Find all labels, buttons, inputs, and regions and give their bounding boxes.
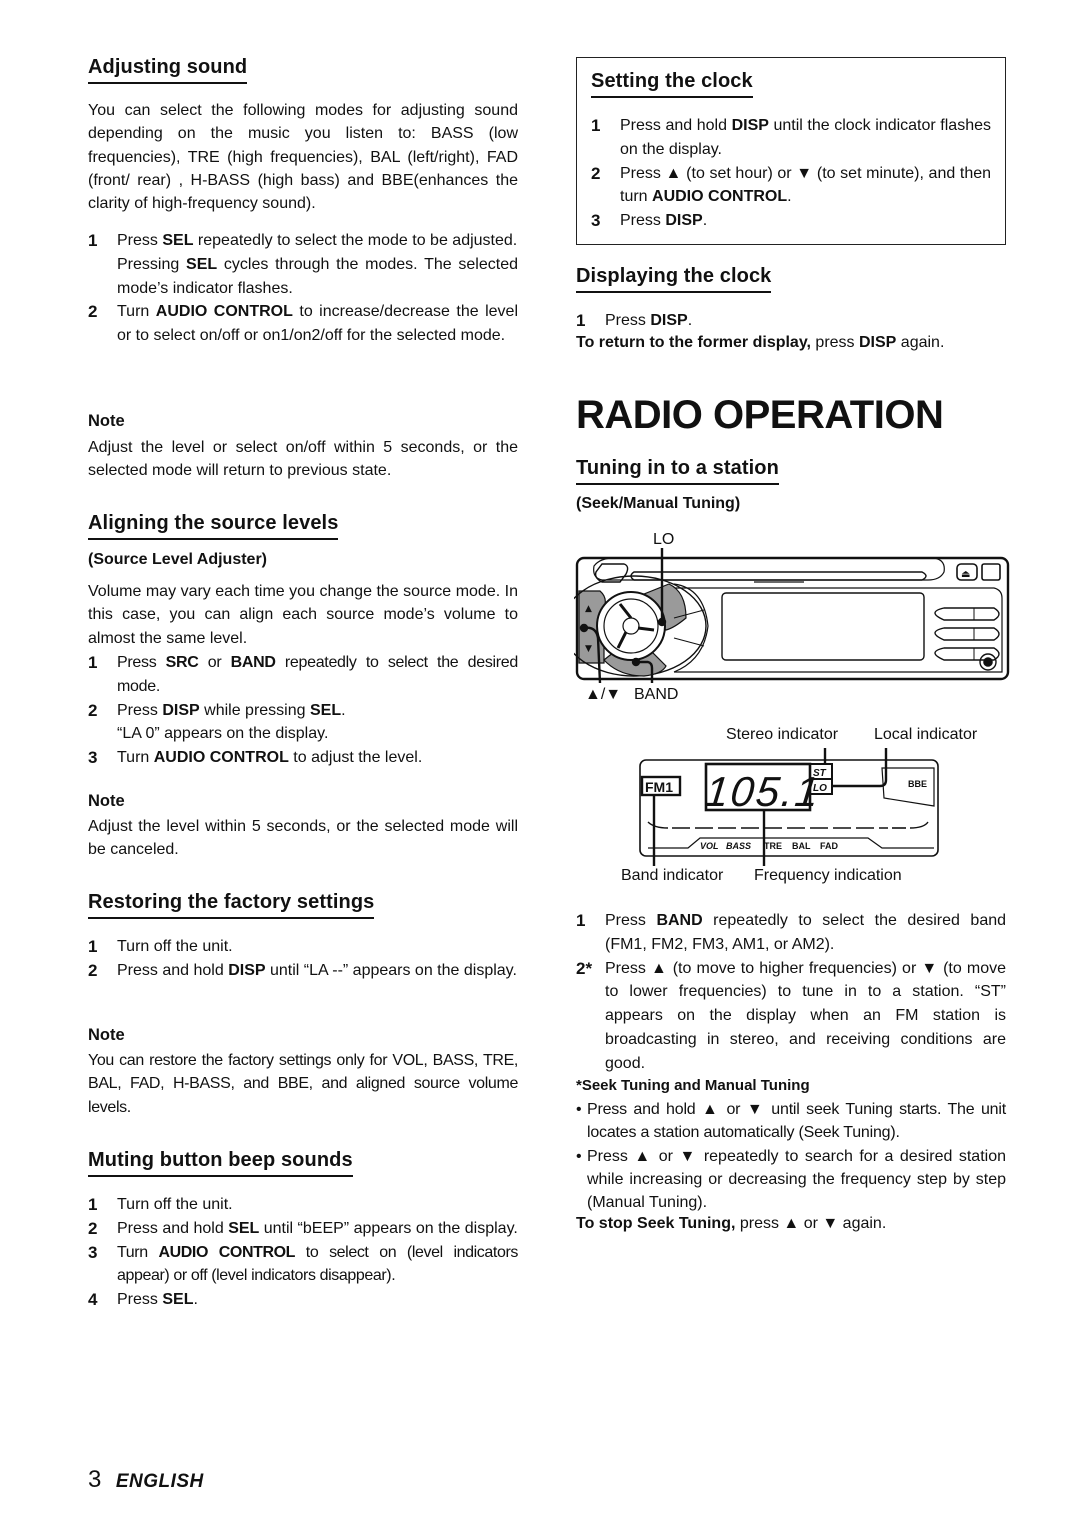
lcd-band-text: FM1: [645, 779, 673, 795]
step-1: 1 Turn off the unit.: [88, 1195, 233, 1214]
section-displaying-clock: Displaying the clock: [576, 265, 772, 293]
step-3: 3 Turn AUDIO CONTROL to adjust the level…: [88, 748, 423, 768]
language-label: ENGLISH: [115, 1471, 204, 1492]
down-arrow-icon: ▼: [796, 164, 813, 182]
page-number: 3: [88, 1466, 102, 1493]
lcd-lo-text: LO: [813, 783, 827, 794]
up-arrow-icon: ▲: [634, 1147, 653, 1165]
lcd-st-text: ST: [813, 768, 827, 779]
lcd-level-bass: BASS: [726, 841, 751, 851]
section-adjusting-sound: Adjusting sound: [88, 56, 248, 84]
subheading-source-level-adjuster: (Source Level Adjuster): [88, 551, 268, 568]
display-window: [721, 592, 925, 661]
disc-slot: [630, 571, 927, 581]
up-arrow-icon: ▲: [651, 959, 668, 977]
section-muting: Muting button beep sounds: [88, 1149, 353, 1177]
aligning-intro: Volume may vary each time you change the…: [88, 583, 518, 647]
note-text: Adjust the level within 5 seconds, or th…: [88, 818, 518, 859]
up-arrow-icon: ▲: [665, 164, 682, 182]
down-arrow-icon: ▼: [679, 1147, 698, 1165]
aligning-steps: 1 Press SRC or BAND repeatedly to select…: [88, 651, 518, 770]
note-heading: Note: [88, 412, 125, 430]
step-2: 2 Turn AUDIO CONTROL to increase/decreas…: [88, 302, 519, 345]
seek-bullets: • Press and hold ▲ or ▼ until seek Tunin…: [576, 1098, 1006, 1214]
down-arrow-icon: ▼: [921, 959, 938, 977]
lcd-bbe-text: BBE: [908, 779, 927, 789]
stop-seek-instruction: To stop Seek Tuning, press ▲ or ▼ again.: [576, 1215, 887, 1232]
displaying-clock-step: 1 Press DISP.: [576, 309, 1006, 333]
callout-local: [832, 748, 888, 788]
lcd-level-fad: FAD: [820, 841, 839, 851]
setting-clock-steps: 1 Press and hold DISP until the clock in…: [591, 114, 991, 233]
seek-heading: *Seek Tuning and Manual Tuning: [576, 1077, 810, 1094]
step-2: 2 Press and hold DISP until “LA --” appe…: [88, 960, 517, 980]
step-2: 2* Press ▲ (to move to higher frequencie…: [576, 958, 1007, 1072]
label-frequency-indication: Frequency indication: [754, 867, 902, 884]
step-1: 1 Press SEL repeatedly to select the mod…: [88, 231, 518, 297]
label-stereo-indicator: Stereo indicator: [726, 726, 839, 743]
up-arrow-icon: ▲: [702, 1101, 720, 1118]
step-2: 2 Press DISP while pressing SEL. “LA 0” …: [88, 700, 346, 743]
note-text: You can restore the factory settings onl…: [88, 1052, 518, 1116]
heading-restoring: Restoring the factory settings: [88, 891, 375, 919]
page-title: RADIO OPERATION: [576, 393, 944, 437]
down-arrow-icon: ▼: [822, 1215, 839, 1232]
heading-displaying-clock: Displaying the clock: [576, 265, 772, 293]
release-button: [981, 563, 1001, 581]
lcd-display-illustration: FM1 105.1 ST LO BBE VOL BASS TRE BAL FAD: [639, 748, 939, 866]
up-arrow-icon: ▲: [585, 604, 592, 614]
lcd-level-tre: TRE: [764, 841, 782, 851]
section-restoring: Restoring the factory settings: [88, 891, 375, 919]
adjusting-sound-steps: 1 Press SEL repeatedly to select the mod…: [88, 229, 518, 348]
return-instruction: To return to the former display, press D…: [576, 334, 945, 351]
down-arrow-icon: ▼: [585, 644, 592, 654]
note-heading: Note: [88, 1026, 125, 1044]
audio-control-knob: [596, 591, 666, 661]
label-up-down: ▲/▼: [585, 686, 622, 703]
section-aligning: Aligning the source levels: [88, 512, 339, 540]
heading-setting-clock: Setting the clock: [591, 70, 753, 98]
step-2: 2 Press ▲ (to set hour) or ▼ (to set min…: [591, 163, 992, 206]
eject-icon: ⏏: [961, 569, 970, 580]
page-footer: 3 ENGLISH: [88, 1466, 204, 1494]
step-3: 3 Press DISP.: [591, 211, 708, 231]
step-2: 2 Press and hold SEL until “bEEP” appear…: [88, 1218, 518, 1238]
step-1: 1 Press BAND repeatedly to select the de…: [576, 911, 1007, 953]
step-3: 3 Turn AUDIO CONTROL to select on (level…: [88, 1242, 518, 1285]
note-text: Adjust the level or select on/off within…: [88, 439, 518, 480]
step-4: 4 Press SEL.: [88, 1290, 198, 1310]
setting-clock-box: Setting the clock 1 Press and hold DISP …: [576, 57, 1006, 245]
heading-tuning: Tuning in to a station: [576, 457, 779, 485]
heading-muting: Muting button beep sounds: [88, 1149, 353, 1177]
fin-button-2: [934, 627, 1000, 641]
restoring-steps: 1 Turn off the unit. 2 Press and hold DI…: [88, 935, 518, 983]
lcd-frequency-text: 105.1: [703, 768, 823, 815]
muting-steps: 1 Turn off the unit. 2 Press and hold SE…: [88, 1193, 518, 1312]
up-arrow-icon: ▲: [783, 1215, 800, 1232]
label-band: BAND: [634, 686, 679, 703]
heading-adjusting-sound: Adjusting sound: [88, 56, 248, 84]
step-1: 1 Turn off the unit.: [88, 937, 233, 956]
down-arrow-icon: ▼: [746, 1101, 765, 1118]
subheading-seek-manual: (Seek/Manual Tuning): [576, 495, 741, 512]
bullet-manual: • Press ▲ or ▼ repeatedly to search for …: [576, 1147, 1006, 1212]
label-local-indicator: Local indicator: [874, 726, 978, 743]
lcd-level-bal: BAL: [792, 841, 811, 851]
step-1: 1 Press DISP.: [576, 311, 693, 330]
adjusting-sound-intro: You can select the following modes for a…: [88, 102, 518, 213]
fin-button-1: [934, 607, 1000, 621]
note-heading: Note: [88, 792, 125, 810]
label-band-indicator: Band indicator: [621, 867, 724, 884]
tuning-steps: 1 Press BAND repeatedly to select the de…: [576, 909, 1006, 1076]
step-1: 1 Press SRC or BAND repeatedly to select…: [88, 653, 519, 695]
car-stereo-illustration: ▲ ▼ ⏏: [574, 548, 1010, 683]
heading-aligning: Aligning the source levels: [88, 512, 339, 540]
bullet-seek: • Press and hold ▲ or ▼ until seek Tunin…: [576, 1101, 1006, 1142]
step-1: 1 Press and hold DISP until the clock in…: [591, 116, 991, 158]
lcd-level-vol: VOL: [700, 841, 719, 851]
section-tuning: Tuning in to a station: [576, 457, 779, 485]
label-lo: LO: [653, 531, 675, 548]
